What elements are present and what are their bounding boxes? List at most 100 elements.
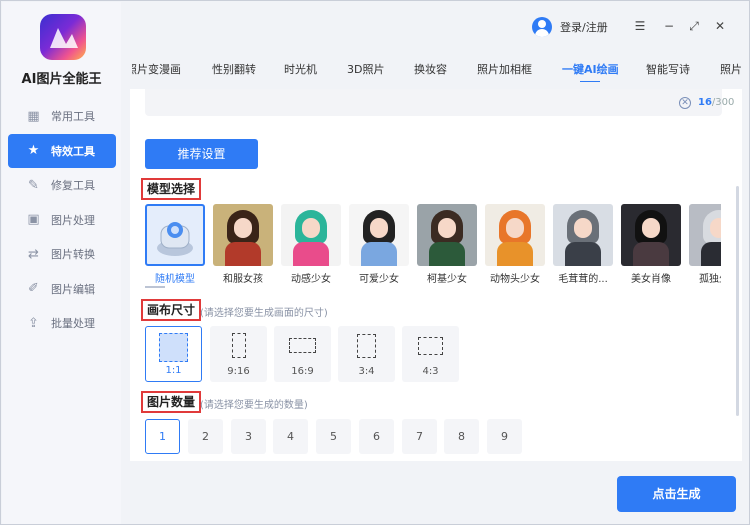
tab-makeup[interactable]: 换妆容 <box>414 61 447 77</box>
sidebar-item-label: 常用工具 <box>51 110 95 124</box>
sidebar-item-label: 批量处理 <box>51 317 95 331</box>
canvas-section-title: 画布尺寸 <box>141 299 202 321</box>
prompt-input[interactable]: ✕ 16/300 <box>145 89 734 116</box>
tab-gender-swap[interactable]: 性别翻转 <box>212 61 256 77</box>
close-icon[interactable]: ✕ <box>713 19 727 33</box>
sidebar-item-label: 特效工具 <box>51 144 95 158</box>
model-animal-head-girl[interactable]: 动物头少女 <box>485 204 545 285</box>
sidebar-item-image-edit[interactable]: ✐ 图片编辑 <box>8 272 116 307</box>
tab-more[interactable]: 照片 <box>720 61 742 77</box>
model-kimono-girl[interactable]: 和服女孩 <box>213 204 273 285</box>
face-shape <box>234 218 252 238</box>
count-option-6[interactable]: 6 <box>359 419 394 454</box>
tab-ai-painting[interactable]: 一键AI绘画 <box>562 61 619 82</box>
generate-button[interactable]: 点击生成 <box>617 476 736 512</box>
tab-smart-poem[interactable]: 智能写诗 <box>646 61 690 77</box>
model-name: 动感少女 <box>291 274 331 285</box>
maximize-icon[interactable]: ⤢ <box>687 19 701 33</box>
count-option-2[interactable]: 2 <box>188 419 223 454</box>
sidebar-item-image-convert[interactable]: ⇄ 图片转换 <box>8 237 116 272</box>
size-option-label: 9:16 <box>227 366 250 377</box>
grid-icon: ▦ <box>27 108 40 124</box>
tab-time-machine[interactable]: 时光机 <box>284 61 317 77</box>
face-shape <box>370 218 388 238</box>
count-option-9[interactable]: 9 <box>487 419 522 454</box>
tab-photo-to-comic[interactable]: 照片变漫画 <box>132 61 181 77</box>
face-shape <box>574 218 592 238</box>
count-option-5[interactable]: 5 <box>316 419 351 454</box>
app-logo <box>40 14 86 60</box>
size-option-3-4[interactable]: 3:4 <box>338 326 395 382</box>
body-shape <box>497 242 533 266</box>
model-name: 毛茸茸的... <box>558 274 608 285</box>
face-shape <box>506 218 524 238</box>
sidebar-item-repair-tools[interactable]: ✎ 修复工具 <box>8 168 116 203</box>
sidebar-item-common-tools[interactable]: ▦ 常用工具 <box>8 99 116 134</box>
login-button[interactable]: 登录/注册 <box>532 17 608 37</box>
model-dynamic-girl[interactable]: 动感少女 <box>281 204 341 285</box>
sidebar-item-effect-tools[interactable]: ★ 特效工具 <box>8 133 116 168</box>
size-option-label: 3:4 <box>358 366 375 377</box>
size-option-9-16[interactable]: 9:16 <box>210 326 267 382</box>
body-shape <box>701 242 721 266</box>
model-fluffy[interactable]: 毛茸茸的... <box>553 204 613 285</box>
count-option-1[interactable]: 1 <box>145 419 180 454</box>
recommend-settings-button[interactable]: 推荐设置 <box>145 139 258 169</box>
model-thumbnail <box>417 204 477 266</box>
model-scroll-indicator[interactable] <box>145 286 165 288</box>
minimize-icon[interactable]: − <box>662 19 676 33</box>
model-name: 可爱少女 <box>359 274 399 285</box>
face-shape <box>710 218 721 238</box>
char-counter: 16/300 <box>698 97 734 108</box>
face-shape <box>642 218 660 238</box>
model-name: 和服女孩 <box>223 274 263 285</box>
app-window: AI图片全能王 ▦ 常用工具 ★ 特效工具 ✎ 修复工具 ▣ 图片处理 ⇄ 图片… <box>0 0 750 525</box>
model-thumbnail <box>349 204 409 266</box>
body-shape <box>565 242 601 266</box>
model-name: 美女肖像 <box>631 274 671 285</box>
size-option-label: 4:3 <box>422 366 439 377</box>
size-option-4-3[interactable]: 4:3 <box>402 326 459 382</box>
menu-icon[interactable]: ☰ <box>633 19 647 33</box>
model-thumbnail <box>281 204 341 266</box>
random-model-icon <box>157 222 193 256</box>
model-list: 随机模型 和服女孩 动感少女 可爱少女 柯基少女 动物头少女 毛茸茸的... 美… <box>145 204 721 288</box>
clear-icon[interactable]: ✕ <box>679 97 691 109</box>
count-option-3[interactable]: 3 <box>231 419 266 454</box>
model-beauty-portrait[interactable]: 美女肖像 <box>621 204 681 285</box>
model-name: 随机模型 <box>155 274 195 285</box>
count-section-hint: (请选择您要生成的数量) <box>200 400 308 411</box>
main-panel: ✕ 16/300 推荐设置 模型选择 随机模型 和服女孩 动感少女 可爱少女 柯… <box>130 89 742 461</box>
sidebar-item-label: 图片编辑 <box>51 282 95 296</box>
size-option-16-9[interactable]: 16:9 <box>274 326 331 382</box>
sidebar-item-batch[interactable]: ⇪ 批量处理 <box>8 306 116 341</box>
size-option-1-1[interactable]: 1:1 <box>145 326 202 382</box>
tab-photo-frame[interactable]: 照片加相框 <box>477 61 532 77</box>
ratio-shape <box>289 338 316 353</box>
model-cute-girl[interactable]: 可爱少女 <box>349 204 409 285</box>
count-option-7[interactable]: 7 <box>402 419 437 454</box>
model-corgi-girl[interactable]: 柯基少女 <box>417 204 477 285</box>
size-option-label: 16:9 <box>291 366 314 377</box>
model-lonely-girl[interactable]: 孤独少女 <box>689 204 721 285</box>
body-shape <box>293 242 329 266</box>
ratio-shape <box>159 333 188 362</box>
model-thumbnail <box>553 204 613 266</box>
ratio-shape <box>418 337 443 355</box>
model-thumbnail <box>689 204 721 266</box>
vertical-scrollbar[interactable] <box>736 186 739 416</box>
model-thumbnail <box>145 204 205 266</box>
title-bar: 登录/注册 ☰ − ⤢ ✕ <box>122 2 750 51</box>
char-max: /300 <box>711 97 735 108</box>
model-random[interactable]: 随机模型 <box>145 204 205 285</box>
model-name: 动物头少女 <box>490 274 540 285</box>
edit-icon: ✐ <box>28 281 39 297</box>
sidebar-item-image-processing[interactable]: ▣ 图片处理 <box>8 203 116 238</box>
avatar <box>532 17 552 37</box>
body-shape <box>361 242 397 266</box>
count-option-4[interactable]: 4 <box>273 419 308 454</box>
ratio-shape <box>232 333 246 358</box>
count-section-title: 图片数量 <box>141 391 202 413</box>
tab-3d-photo[interactable]: 3D照片 <box>347 61 384 77</box>
count-option-8[interactable]: 8 <box>444 419 479 454</box>
